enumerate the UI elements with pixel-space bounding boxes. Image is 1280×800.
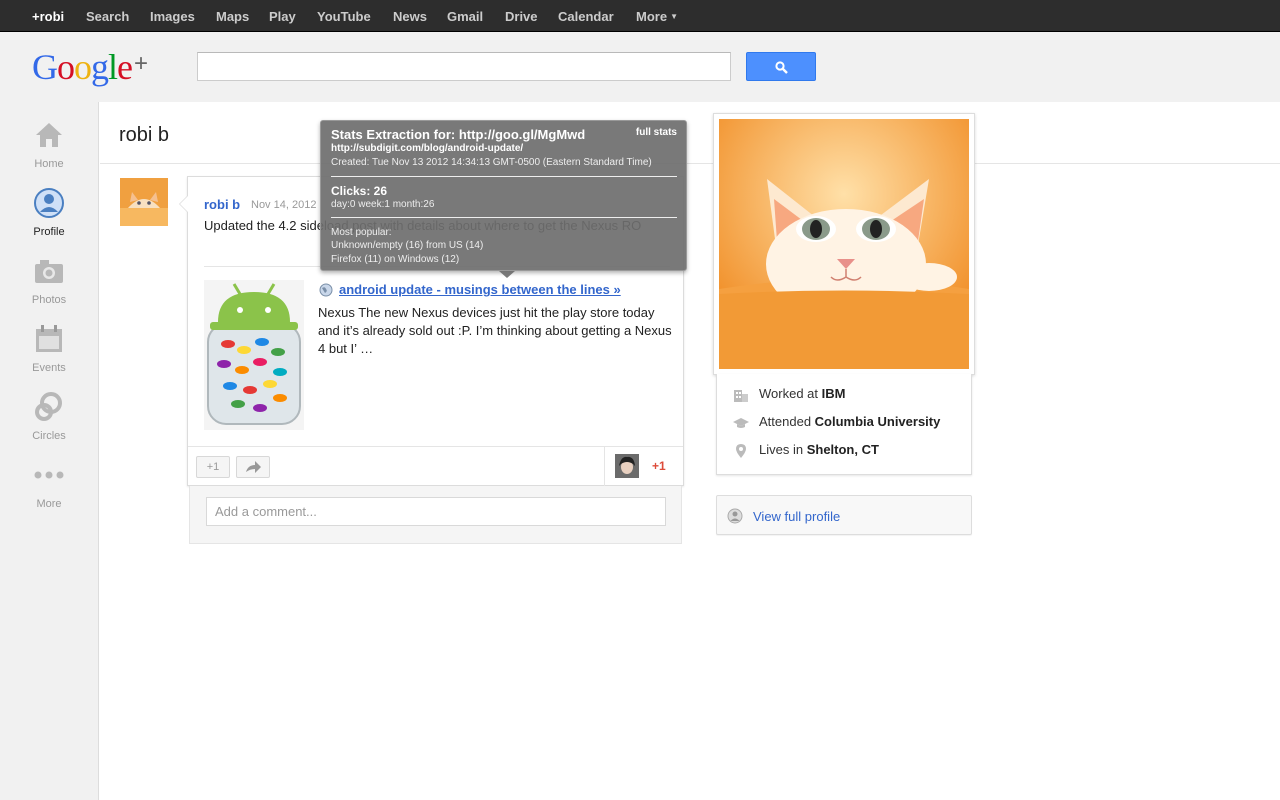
tooltip-arrow bbox=[499, 271, 515, 278]
more-dots-icon bbox=[34, 471, 64, 479]
person-photo bbox=[615, 454, 639, 478]
plus-oner-avatar[interactable] bbox=[615, 454, 639, 478]
nav-label-home: Home bbox=[34, 158, 64, 170]
nav-item-more[interactable]: More bbox=[0, 460, 98, 524]
gbar-calendar-link[interactable]: Calendar bbox=[558, 9, 614, 24]
profile-icon bbox=[34, 188, 64, 218]
logo-plus: + bbox=[134, 50, 148, 77]
nav-item-profile[interactable]: Profile bbox=[0, 188, 98, 252]
tooltip-created: Created: Tue Nov 13 2012 14:34:13 GMT-05… bbox=[331, 157, 652, 168]
link-description: Nexus The new Nexus devices just hit the… bbox=[318, 305, 672, 356]
nav-item-photos[interactable]: Photos bbox=[0, 256, 98, 320]
nav-label-circles: Circles bbox=[32, 430, 66, 442]
stats-tooltip: Stats Extraction for: http://goo.gl/MgMw… bbox=[320, 120, 687, 278]
profile-photo[interactable] bbox=[719, 119, 969, 369]
gbar-maps-link[interactable]: Maps bbox=[216, 9, 249, 24]
post-actions-bar: +1 +1 bbox=[188, 446, 683, 486]
nav-label-photos: Photos bbox=[31, 294, 67, 306]
work-prefix: Worked at bbox=[759, 386, 822, 401]
cat-avatar-image bbox=[120, 178, 168, 226]
tooltip-popular-1: Unknown/empty (16) from US (14) bbox=[331, 240, 484, 251]
post-author-avatar[interactable] bbox=[120, 178, 168, 226]
gbar-profile-link[interactable]: +robi bbox=[32, 9, 64, 24]
about-card: Worked at IBM Attended Columbia Universi… bbox=[716, 374, 972, 475]
search-icon bbox=[775, 61, 788, 74]
google-plus-logo[interactable]: Google+ bbox=[32, 46, 148, 88]
share-icon bbox=[246, 461, 261, 473]
profile-photo-frame bbox=[713, 113, 975, 375]
tooltip-title: Stats Extraction for: http://goo.gl/MgMw… bbox=[331, 127, 586, 142]
work-employer: IBM bbox=[821, 386, 846, 401]
post-card-arrow-inner bbox=[180, 196, 188, 212]
gbar-play-link[interactable]: Play bbox=[269, 9, 296, 24]
comment-area: Add a comment... bbox=[189, 486, 682, 544]
gbar-gmail-link[interactable]: Gmail bbox=[447, 9, 483, 24]
tooltip-divider bbox=[331, 176, 677, 177]
gbar-search-link[interactable]: Search bbox=[86, 9, 129, 24]
profile-header: robi b bbox=[100, 102, 1280, 164]
post-date[interactable]: Nov 14, 2012 bbox=[251, 199, 316, 211]
gbar-images-link[interactable]: Images bbox=[150, 9, 195, 24]
nav-label-events: Events bbox=[32, 362, 66, 374]
full-stats-link[interactable]: full stats bbox=[636, 127, 677, 138]
plus-one-count[interactable]: +1 bbox=[652, 459, 666, 473]
logo-wordmark: Google bbox=[32, 47, 133, 87]
link-thumbnail[interactable] bbox=[204, 280, 304, 430]
gbar-youtube-link[interactable]: YouTube bbox=[317, 9, 371, 24]
profile-name: robi b bbox=[119, 124, 170, 146]
link-title[interactable]: android update - musings between the lin… bbox=[339, 282, 621, 297]
search-input[interactable] bbox=[197, 52, 731, 81]
google-bar: +robi Search Images Maps Play YouTube Ne… bbox=[0, 0, 1280, 32]
android-jellybean-image bbox=[204, 280, 304, 430]
footer-separator bbox=[604, 447, 605, 486]
tooltip-click-breakdown: day:0 week:1 month:26 bbox=[331, 199, 435, 210]
search-button[interactable] bbox=[746, 52, 816, 81]
tooltip-clicks: Clicks: 26 bbox=[331, 184, 388, 198]
location-pin-icon bbox=[736, 444, 746, 458]
chevron-down-icon: ▼ bbox=[670, 12, 678, 21]
globe-icon bbox=[319, 283, 333, 297]
left-navigation: Home Profile Photos Events Circles More bbox=[0, 102, 99, 800]
view-full-profile-button[interactable]: View full profile bbox=[716, 495, 972, 535]
nav-label-more: More bbox=[36, 498, 62, 510]
nav-label-profile: Profile bbox=[33, 226, 65, 238]
tooltip-url[interactable]: http://subdigit.com/blog/android-update/ bbox=[331, 143, 523, 154]
share-button[interactable] bbox=[236, 456, 270, 478]
cat-photo-image bbox=[719, 119, 969, 369]
graduation-cap-icon bbox=[733, 418, 749, 428]
header: Google+ bbox=[0, 32, 1280, 102]
location-prefix: Lives in bbox=[759, 442, 807, 457]
tooltip-popular-2: Firefox (11) on Windows (12) bbox=[331, 254, 460, 265]
person-circle-icon bbox=[727, 508, 743, 524]
gbar-news-link[interactable]: News bbox=[393, 9, 427, 24]
add-comment-input[interactable]: Add a comment... bbox=[206, 497, 666, 526]
plus-one-button[interactable]: +1 bbox=[196, 456, 230, 478]
education-school: Columbia University bbox=[814, 414, 941, 429]
camera-icon bbox=[35, 260, 63, 283]
nav-item-circles[interactable]: Circles bbox=[0, 392, 98, 456]
gbar-drive-link[interactable]: Drive bbox=[505, 9, 538, 24]
location-city: Shelton, CT bbox=[806, 442, 879, 457]
nav-item-events[interactable]: Events bbox=[0, 324, 98, 388]
building-icon bbox=[734, 390, 748, 402]
nav-item-home[interactable]: Home bbox=[0, 120, 98, 184]
gbar-more-label: More bbox=[636, 9, 668, 24]
circles-icon bbox=[35, 392, 62, 421]
home-icon bbox=[36, 123, 62, 147]
post-author-name[interactable]: robi b bbox=[204, 197, 240, 212]
tooltip-divider bbox=[331, 217, 677, 218]
tooltip-popular-label: Most popular: bbox=[331, 227, 392, 238]
education-prefix: Attended bbox=[759, 414, 815, 429]
view-full-profile-label: View full profile bbox=[753, 509, 841, 524]
gbar-more-link[interactable]: More ▼ bbox=[636, 9, 678, 24]
calendar-icon bbox=[36, 325, 62, 352]
